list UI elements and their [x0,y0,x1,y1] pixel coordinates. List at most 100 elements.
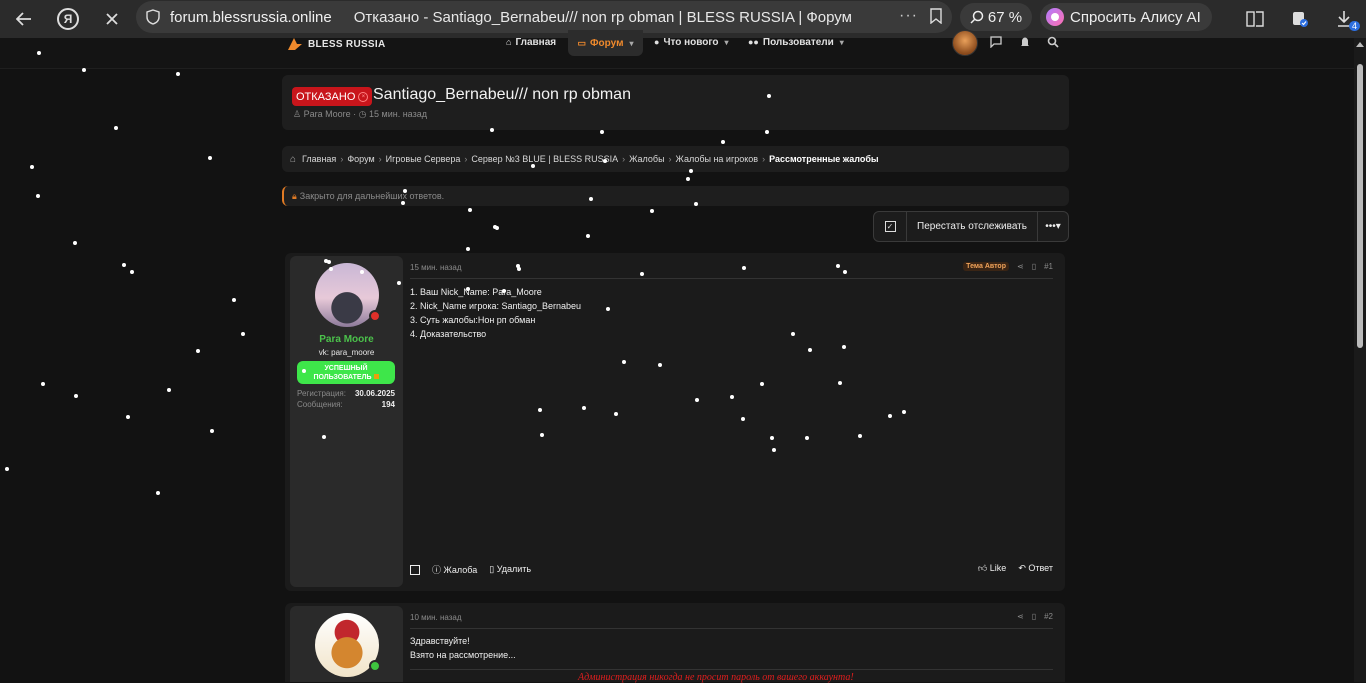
scroll-thumb[interactable] [1357,64,1363,348]
users-icon: ●● [748,37,759,47]
breadcrumb-separator: › [464,154,468,164]
breadcrumb-item[interactable]: Игровые Сервера [386,154,461,164]
post-time[interactable]: 15 мин. назад [410,263,462,272]
more-dots-icon[interactable]: ··· [899,7,918,25]
post-body: Здравствуйте! Взято на рассмотрение... [410,634,516,662]
home-icon[interactable]: ⌂ [290,154,296,165]
site-logo[interactable]: BLESS RUSSIA [286,36,386,52]
bell-icon[interactable] [1017,34,1033,50]
stat-value[interactable]: 194 [382,400,395,409]
zoom-indicator[interactable]: 67 % [960,3,1032,31]
report-label: Жалоба [443,565,478,575]
snowflake [5,467,9,471]
snowflake [122,263,126,267]
alice-label: Спросить Алису AI [1070,8,1201,26]
thread-meta: ♙ Para Moore · ◷ 15 мин. назад [293,109,427,120]
address-bar[interactable]: forum.blessrussia.online Отказано - Sant… [136,1,952,33]
chevron-down-icon: ▾ [724,37,729,47]
unwatch-button[interactable]: Перестать отслеживать [907,212,1038,241]
downloads-icon[interactable]: 4 [1330,5,1360,33]
post-number[interactable]: #1 [1044,262,1053,271]
breadcrumb-item[interactable]: Главная [302,154,336,164]
nav-whats-new-label: Что нового [663,36,719,48]
thread-time[interactable]: 15 мин. назад [369,109,427,119]
ask-alice-button[interactable]: Спросить Алису AI [1040,3,1212,31]
status-dot-icon [369,310,381,322]
lock-icon: 🔒︎ [292,190,297,201]
report-icon: ⓘ [432,565,444,575]
select-thread-checkbox[interactable]: ✓ [874,212,907,241]
like-button[interactable]: 👍︎ Like [978,563,1006,574]
post-2: 10 мин. назад ⋖ ▯ #2 Здравствуйте! Взято… [285,603,1065,683]
nav-home[interactable]: ⌂ Главная [506,33,556,51]
nav-forum-label: Форум [590,37,624,49]
report-button[interactable]: ⓘ Жалоба [432,563,477,576]
page-scrollbar[interactable] [1354,38,1366,682]
site-header: BLESS RUSSIA ⌂ Главная ▭ Форум ▾ ● Что новог… [0,30,1354,69]
chevron-down-icon: ▾ [629,38,634,48]
breadcrumb-item[interactable]: Жалобы [629,154,664,164]
snowflake [130,270,134,274]
more-dots-icon: ••• [1045,221,1056,232]
collections-icon[interactable] [1241,5,1269,33]
status-badge-rejected[interactable]: ОТКАЗАНО × [292,87,373,106]
post-header-tools: ⋖ ▯ #2 [1017,612,1053,621]
share-icon[interactable]: ⋖ [1017,262,1024,271]
extension-icon[interactable] [1286,5,1314,33]
user-stat-messages: Сообщения: 194 [297,400,395,409]
select-post-checkbox[interactable] [410,564,420,575]
snowflake [74,394,78,398]
nav-whats-new[interactable]: ● Что нового ▾ [654,33,729,51]
more-options-button[interactable]: ••• ▾ [1038,212,1068,241]
bookmark-icon[interactable] [930,8,942,24]
delete-button[interactable]: ▯ Удалить [489,564,531,575]
nav-users[interactable]: ●● Пользователи ▾ [748,33,844,51]
breadcrumb-item[interactable]: Сервер №3 BLUE | BLESS RUSSIA [471,154,618,164]
search-icon[interactable] [1045,34,1061,50]
snowflake [208,156,212,160]
snowflake [126,415,130,419]
yandex-icon[interactable]: Я [54,5,82,33]
nav-forum[interactable]: ▭ Форум ▾ [568,30,643,56]
user-stat-registration: Регистрация: 30.06.2025 [297,389,395,398]
snowflake [241,332,245,336]
snowflake [586,234,590,238]
post-number[interactable]: #2 [1044,612,1053,621]
search-icon [970,10,984,24]
post-line: 4. Доказательство [410,329,487,339]
thread-author[interactable]: Para Moore [304,109,351,119]
shield-icon [146,9,160,25]
account-avatar[interactable] [952,30,978,56]
page-title: Santiago_Bernabeu/// non rp obman [373,86,631,103]
stop-loading-icon[interactable] [98,5,126,33]
post-time[interactable]: 10 мин. назад [410,613,462,622]
post-divider [410,628,1053,629]
scroll-up-arrow-icon[interactable] [1356,42,1364,47]
user-banner: УСПЕШНЫЙ ПОЛЬЗОВАТЕЛЬ [297,361,395,384]
nav-users-label: Пользователи [762,36,834,48]
bless-logo-icon [288,38,302,50]
breadcrumb: ⌂ Главная › Форум › Игровые Сервера › Серве… [282,146,1069,172]
snowflake [167,388,171,392]
stat-label: Регистрация: [297,389,346,398]
bookmark-icon[interactable]: ▯ [1032,612,1036,621]
snowflake [114,126,118,130]
nav-home-label: Главная [515,36,557,48]
post-username[interactable]: Para Moore [290,334,403,345]
post-actions-right: 👍︎ Like ↶ Ответ [978,563,1053,574]
breadcrumb-item[interactable]: Форум [347,154,374,164]
post-user-cell [290,606,403,682]
breadcrumb-item[interactable]: Жалобы на игроков [676,154,759,164]
snowflake [41,382,45,386]
checkbox-icon: ✓ [884,221,896,232]
reply-button[interactable]: ↶ Ответ [1018,563,1053,574]
logo-text: BLESS RUSSIA [308,38,386,50]
delete-label: Удалить [496,564,532,574]
breadcrumb-current[interactable]: Рассмотренные жалобы [769,154,879,164]
snowflake [36,194,40,198]
url-domain: forum.blessrussia.online [170,8,332,26]
back-arrow-icon[interactable] [10,5,38,33]
conversations-icon[interactable] [988,34,1004,50]
share-icon[interactable]: ⋖ [1017,612,1024,621]
bookmark-icon[interactable]: ▯ [1032,262,1036,271]
